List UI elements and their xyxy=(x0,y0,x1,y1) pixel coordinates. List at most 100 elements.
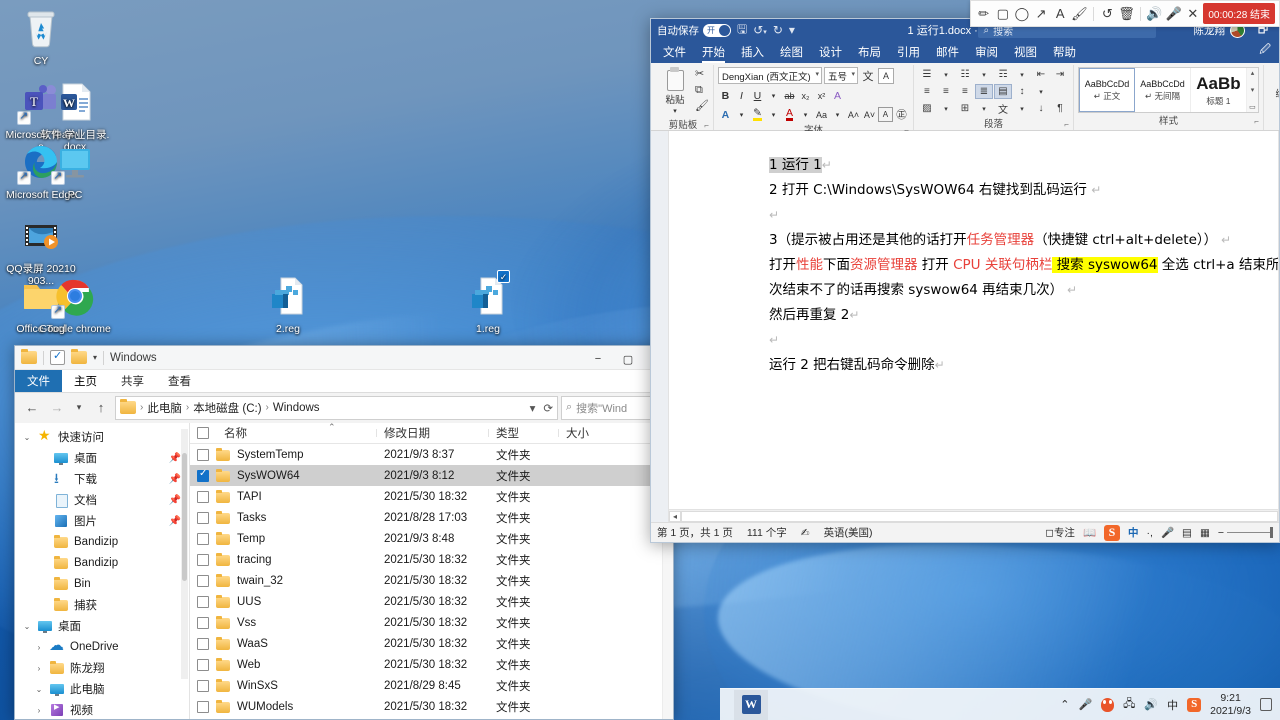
character-shading-icon[interactable]: A xyxy=(877,107,893,122)
chevron-right-icon[interactable]: › xyxy=(33,706,45,715)
sidebar-desktop[interactable]: 桌面 📌 xyxy=(15,448,189,469)
table-row[interactable]: Tasks 2021/8/28 17:03 文件夹 xyxy=(190,507,673,528)
pen-icon[interactable]: ✏ xyxy=(975,3,992,24)
zoom-track[interactable] xyxy=(1227,527,1273,538)
sidebar-videos[interactable]: › 视频 xyxy=(15,700,189,719)
word-window[interactable]: 自动保存 开 🖫 ↺▾ ↻ ▾ 1 运行1.docx · 已保存 ▾ ⌕ 搜索 … xyxy=(650,18,1280,543)
sort-icon[interactable]: ↓ xyxy=(1032,101,1050,116)
explorer-tab-home[interactable]: 主页 xyxy=(62,370,109,392)
microphone-icon[interactable]: 🎤 xyxy=(1165,3,1182,24)
explorer-titlebar[interactable]: ▾ Windows − ▢ ✕ xyxy=(15,346,673,372)
delete-icon[interactable]: 🗑 xyxy=(1118,3,1135,24)
table-row[interactable]: WaaS 2021/5/30 18:32 文件夹 xyxy=(190,633,673,654)
chevron-down-icon[interactable]: ▾ xyxy=(851,70,855,78)
tab-review[interactable]: 审阅 xyxy=(967,44,1006,63)
increase-indent-icon[interactable]: ⇥ xyxy=(1051,67,1069,82)
dialog-launcher-icon[interactable]: ⌐ xyxy=(1064,120,1069,129)
recent-locations-button[interactable]: ▾ xyxy=(71,396,87,420)
scroll-left-icon[interactable]: ◂ xyxy=(669,510,681,522)
rectangle-icon[interactable]: ▢ xyxy=(994,3,1011,24)
tray-qq-icon[interactable] xyxy=(1101,697,1115,712)
asian-layout-dropdown-icon[interactable]: ▾ xyxy=(1013,101,1031,116)
navigation-pane-scrollbar[interactable] xyxy=(181,428,188,679)
zoom-slider[interactable]: − xyxy=(1218,527,1273,539)
sidebar-downloads[interactable]: 下载 📌 xyxy=(15,468,189,492)
forward-button[interactable]: → xyxy=(46,396,68,420)
font-color-icon[interactable]: A xyxy=(782,107,797,122)
table-row[interactable]: Vss 2021/5/30 18:32 文件夹 xyxy=(190,612,673,633)
font-color-dropdown-icon[interactable]: ▾ xyxy=(798,107,813,122)
row-checkbox[interactable] xyxy=(190,658,216,671)
customize-quick-access-icon[interactable]: ▾ xyxy=(789,23,795,37)
font-name-input[interactable]: DengXian (西文正文) ▾ xyxy=(717,67,822,84)
row-checkbox[interactable] xyxy=(190,490,216,503)
line-spacing-icon[interactable]: ↕ xyxy=(1013,84,1031,99)
asian-layout-icon[interactable]: 文 xyxy=(994,101,1012,116)
column-header-name[interactable]: 名称 ⌃ xyxy=(216,422,376,441)
autosave-switch[interactable]: 开 xyxy=(703,23,731,37)
sidebar-user-folder[interactable]: › 陈龙翔 xyxy=(15,658,189,679)
enclose-character-icon[interactable]: ㊣ xyxy=(894,107,909,122)
tray-sogou-icon[interactable]: S xyxy=(1187,697,1202,712)
chevron-down-icon[interactable]: ⌄ xyxy=(21,622,33,631)
tab-design[interactable]: 设计 xyxy=(811,44,850,63)
format-painter-icon[interactable]: 🖌 xyxy=(695,99,709,113)
pin-icon[interactable]: 📌 xyxy=(169,516,181,527)
arrow-icon[interactable]: ↗ xyxy=(1032,3,1049,24)
align-center-icon[interactable]: ≡ xyxy=(937,84,955,99)
notification-center-icon[interactable] xyxy=(1260,698,1272,711)
mosaic-icon[interactable]: 🖌 xyxy=(1071,3,1088,24)
document-horizontal-scrollbar[interactable]: ◂ xyxy=(669,509,1278,522)
styles-scrollbar[interactable]: ▴ ▾ ▭ xyxy=(1246,68,1258,112)
row-checkbox[interactable] xyxy=(190,553,216,566)
desktop-icon-recycle-bin[interactable]: CY xyxy=(4,4,78,67)
ime-panel-icon[interactable]: ▦ xyxy=(1200,527,1210,539)
taskbar-word-button[interactable]: W xyxy=(734,689,768,720)
underline-dropdown-icon[interactable]: ▾ xyxy=(766,88,781,103)
sogou-ime-icon[interactable]: S xyxy=(1104,524,1121,541)
sidebar-bin[interactable]: Bin xyxy=(15,574,189,595)
text-effects-icon[interactable]: A xyxy=(718,107,733,122)
subscript-button[interactable]: x₂ xyxy=(798,88,813,103)
chevron-down-icon[interactable]: ▾ xyxy=(673,107,677,115)
sidebar-this-pc[interactable]: ⌄ 此电脑 xyxy=(15,679,189,700)
scroll-track[interactable] xyxy=(681,510,1278,522)
desktop-icon-reg-file-2[interactable]: 2.reg xyxy=(251,272,325,335)
maximize-button[interactable]: ▢ xyxy=(613,346,643,372)
table-row[interactable]: twain_32 2021/5/30 18:32 文件夹 xyxy=(190,570,673,591)
bold-button[interactable]: B xyxy=(718,88,733,103)
row-checkbox[interactable] xyxy=(190,595,216,608)
editing-button[interactable]: ⌕ 编辑 ▾ xyxy=(1268,65,1279,109)
sidebar-desktop-root[interactable]: ⌄ 桌面 xyxy=(15,616,189,637)
chevron-right-icon[interactable]: › xyxy=(33,643,45,652)
style-heading-1[interactable]: AaBb 标题 1 xyxy=(1191,68,1247,112)
undo-icon[interactable]: ↺▾ xyxy=(753,23,767,37)
chevron-right-icon[interactable]: › xyxy=(33,664,45,673)
shrink-font-icon[interactable]: A˅ xyxy=(862,107,877,122)
column-header-size[interactable]: 大小 xyxy=(558,425,628,441)
line-spacing-dropdown-icon[interactable]: ▾ xyxy=(1032,84,1050,99)
borders-icon[interactable]: ⊞ xyxy=(956,101,974,116)
chevron-down-icon[interactable]: ▾ xyxy=(815,70,819,78)
highlight-color-icon[interactable]: ✎ xyxy=(750,107,765,122)
tab-layout[interactable]: 布局 xyxy=(850,44,889,63)
multilevel-dropdown-icon[interactable]: ▾ xyxy=(1013,67,1031,82)
close-icon[interactable]: ✕ xyxy=(1184,3,1201,24)
dialog-launcher-icon[interactable]: ⌐ xyxy=(704,121,709,130)
row-checkbox[interactable] xyxy=(190,700,216,713)
up-button[interactable]: ↑ xyxy=(90,396,112,420)
row-checkbox[interactable] xyxy=(190,616,216,629)
distribute-icon[interactable]: ▤ xyxy=(993,84,1012,99)
focus-mode-button[interactable]: ◻专注 xyxy=(1045,525,1075,540)
justify-icon[interactable]: ≣ xyxy=(974,84,993,99)
bullets-dropdown-icon[interactable]: ▾ xyxy=(937,67,955,82)
tray-volume-icon[interactable]: 🔊 xyxy=(1144,698,1158,711)
text-icon[interactable]: A xyxy=(1052,3,1069,24)
tab-help[interactable]: 帮助 xyxy=(1045,44,1084,63)
desktop-icon-this-pc[interactable]: PC xyxy=(38,138,112,201)
font-size-input[interactable]: 五号 ▾ xyxy=(823,67,858,84)
ime-chinese-icon[interactable]: 中 xyxy=(1128,525,1139,540)
tab-home[interactable]: 开始 xyxy=(694,44,733,63)
sidebar-onedrive[interactable]: › OneDrive xyxy=(15,636,189,658)
table-row[interactable]: SystemTemp 2021/9/3 8:37 文件夹 xyxy=(190,444,673,465)
